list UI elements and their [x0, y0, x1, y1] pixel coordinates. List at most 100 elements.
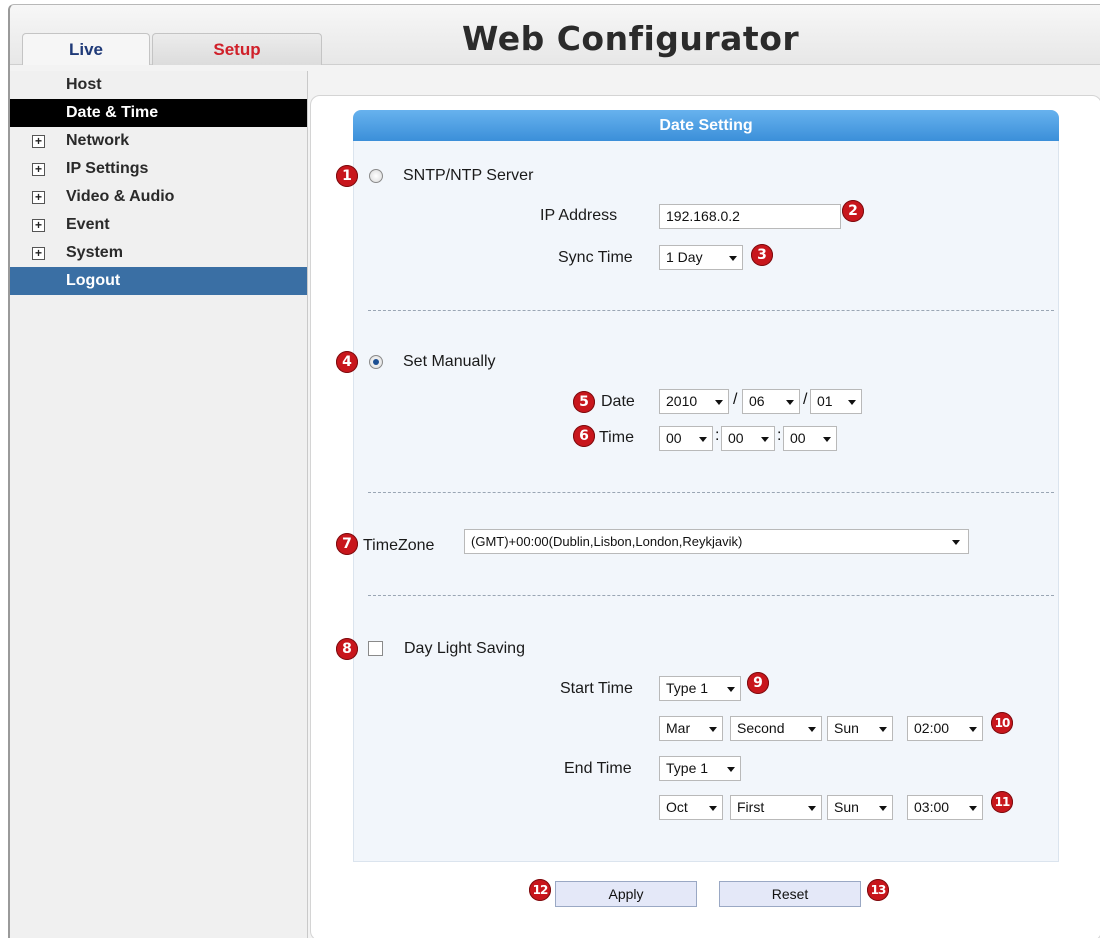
chevron-down-icon: [808, 806, 816, 811]
callout-1: 1: [336, 165, 358, 187]
start-time-select[interactable]: 02:00: [907, 716, 983, 741]
start-day-select[interactable]: Sun: [827, 716, 893, 741]
sidebar-item-label: Video & Audio: [66, 188, 175, 205]
sync-time-label: Sync Time: [558, 249, 633, 266]
date-setting-form: 1 SNTP/NTP Server IP Address 192.168.0.2…: [336, 141, 1059, 862]
sntp-label: SNTP/NTP Server: [403, 167, 534, 184]
main-panel: Date Setting 1 SNTP/NTP Server IP Addres…: [310, 95, 1100, 938]
section-title: Date Setting: [353, 110, 1059, 141]
date-year-select[interactable]: 2010: [659, 389, 729, 414]
app-window: Live Setup Web Configurator Host Date & …: [8, 4, 1100, 938]
chevron-down-icon: [729, 256, 737, 261]
sidebar-item-video-audio[interactable]: + Video & Audio: [10, 183, 307, 211]
sync-time-value: 1 Day: [666, 249, 703, 265]
start-month-select[interactable]: Mar: [659, 716, 723, 741]
callout-12: 12: [529, 879, 551, 901]
start-time-value: 02:00: [914, 720, 950, 736]
end-week-select[interactable]: First: [730, 795, 822, 820]
callout-6: 6: [573, 425, 595, 447]
reset-button[interactable]: Reset: [719, 881, 861, 907]
expand-icon[interactable]: +: [32, 247, 45, 260]
chevron-down-icon: [715, 400, 723, 405]
expand-icon[interactable]: +: [32, 219, 45, 232]
expand-icon[interactable]: +: [32, 163, 45, 176]
sidebar-item-label: System: [66, 244, 123, 261]
date-month-value: 06: [749, 393, 765, 409]
end-week-value: First: [737, 799, 765, 815]
chevron-down-icon: [761, 437, 769, 442]
callout-2: 2: [842, 200, 864, 222]
tab-setup[interactable]: Setup: [152, 33, 322, 65]
end-day-value: Sun: [834, 799, 859, 815]
callout-10: 10: [991, 712, 1013, 734]
end-day-select[interactable]: Sun: [827, 795, 893, 820]
divider: [368, 310, 1054, 311]
ip-address-input[interactable]: 192.168.0.2: [659, 204, 841, 229]
start-type-select[interactable]: Type 1: [659, 676, 741, 701]
time-separator: :: [715, 427, 720, 444]
expand-icon[interactable]: +: [32, 191, 45, 204]
sidebar-item-system[interactable]: + System: [10, 239, 307, 267]
end-type-select[interactable]: Type 1: [659, 756, 741, 781]
tab-live[interactable]: Live: [22, 33, 150, 65]
sidebar-item-label: Date & Time: [66, 104, 159, 121]
sidebar-item-host[interactable]: Host: [10, 71, 307, 99]
chevron-down-icon: [727, 687, 735, 692]
sidebar-item-event[interactable]: + Event: [10, 211, 307, 239]
start-week-select[interactable]: Second: [730, 716, 822, 741]
chevron-down-icon: [823, 437, 831, 442]
start-month-value: Mar: [666, 720, 691, 736]
chevron-down-icon: [808, 727, 816, 732]
callout-9: 9: [747, 672, 769, 694]
date-day-select[interactable]: 01: [810, 389, 862, 414]
chevron-down-icon: [879, 727, 887, 732]
timezone-label: TimeZone: [363, 537, 435, 554]
callout-4: 4: [336, 351, 358, 373]
sidebar-item-label: Logout: [66, 272, 121, 289]
app-title: Web Configurator: [462, 19, 800, 58]
time-separator: :: [777, 427, 782, 444]
sidebar-item-label: Host: [66, 76, 102, 93]
time-minute-select[interactable]: 00: [721, 426, 775, 451]
chevron-down-icon: [786, 400, 794, 405]
set-manually-label: Set Manually: [403, 353, 496, 370]
chevron-down-icon: [879, 806, 887, 811]
time-hour-select[interactable]: 00: [659, 426, 713, 451]
divider: [368, 595, 1054, 596]
sidebar-item-logout[interactable]: Logout: [10, 267, 307, 295]
end-month-select[interactable]: Oct: [659, 795, 723, 820]
sidebar: Host Date & Time + Network + IP Settings…: [10, 71, 308, 938]
sntp-radio[interactable]: [369, 169, 383, 183]
date-separator: /: [803, 391, 808, 408]
end-time-select[interactable]: 03:00: [907, 795, 983, 820]
set-manually-radio[interactable]: [369, 355, 383, 369]
timezone-select[interactable]: (GMT)+00:00(Dublin,Lisbon,London,Reykjav…: [464, 529, 969, 554]
date-label: Date: [601, 393, 635, 410]
sidebar-item-ip-settings[interactable]: + IP Settings: [10, 155, 307, 183]
timezone-value: (GMT)+00:00(Dublin,Lisbon,London,Reykjav…: [471, 534, 743, 549]
expand-icon[interactable]: +: [32, 135, 45, 148]
sync-time-select[interactable]: 1 Day: [659, 245, 743, 270]
sidebar-item-date-time[interactable]: Date & Time: [10, 99, 307, 127]
callout-11: 11: [991, 791, 1013, 813]
callout-5: 5: [573, 391, 595, 413]
chevron-down-icon: [709, 727, 717, 732]
start-type-value: Type 1: [666, 680, 709, 696]
date-year-value: 2010: [666, 393, 698, 409]
apply-button[interactable]: Apply: [555, 881, 697, 907]
ip-address-label: IP Address: [540, 207, 618, 224]
chevron-down-icon: [699, 437, 707, 442]
date-day-value: 01: [817, 393, 833, 409]
callout-8: 8: [336, 638, 358, 660]
date-month-select[interactable]: 06: [742, 389, 800, 414]
chevron-down-icon: [969, 727, 977, 732]
callout-7: 7: [336, 533, 358, 555]
daylight-saving-label: Day Light Saving: [404, 640, 525, 657]
sidebar-item-network[interactable]: + Network: [10, 127, 307, 155]
time-second-select[interactable]: 00: [783, 426, 837, 451]
time-minute-value: 00: [728, 430, 744, 446]
daylight-saving-checkbox[interactable]: [368, 641, 383, 656]
start-time-label: Start Time: [560, 680, 633, 697]
chevron-down-icon: [848, 400, 856, 405]
date-separator: /: [733, 391, 738, 408]
